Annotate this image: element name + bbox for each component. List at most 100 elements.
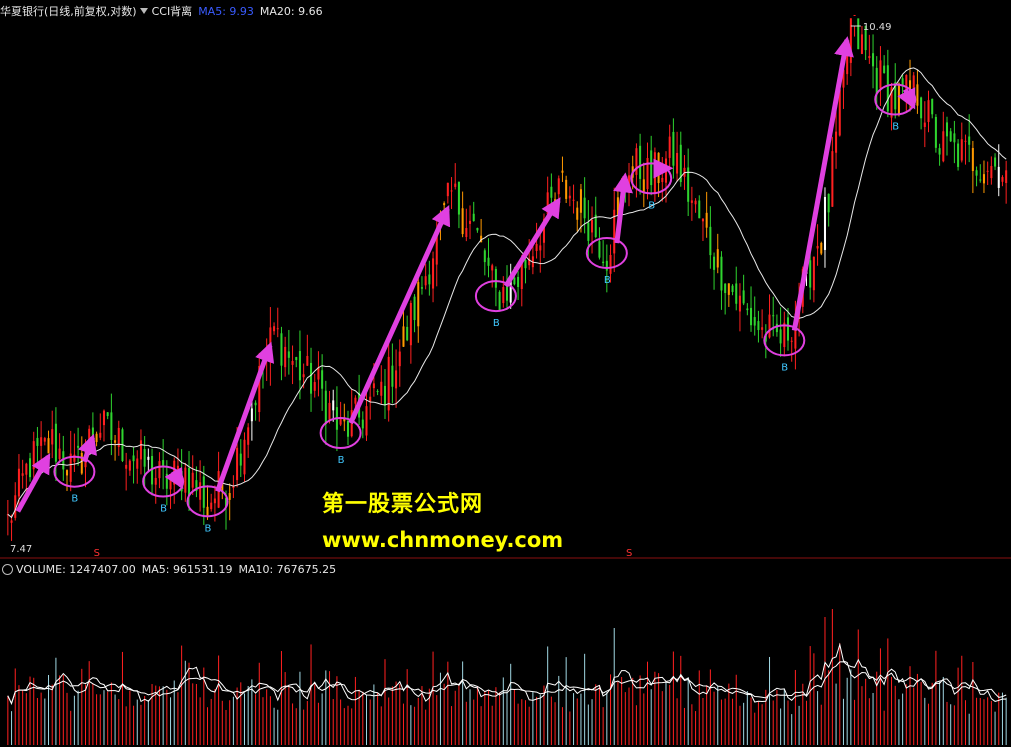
candle-body (273, 326, 276, 332)
candle-body (598, 241, 601, 258)
candle-body (923, 122, 926, 127)
candle-body (280, 333, 283, 366)
candle-body (391, 365, 394, 387)
candle-body (43, 438, 46, 442)
candle-body (313, 382, 316, 391)
kline-chart[interactable]: BBBBBBBBBS S 10.49 7.47 (0, 0, 1011, 747)
candle-body (661, 177, 664, 183)
candle-body (402, 326, 405, 347)
candle-body (176, 465, 179, 470)
candle-body (188, 468, 191, 496)
candle-body (690, 200, 693, 203)
candle-body (210, 502, 213, 510)
candle-body (139, 440, 142, 460)
candle-body (561, 170, 564, 173)
candle-body (51, 429, 54, 445)
candle-body (753, 317, 756, 326)
candle-body (979, 179, 982, 181)
candle-body (949, 131, 952, 142)
candles-layer (6, 14, 1008, 541)
candle-body (228, 493, 231, 500)
candle-body (846, 55, 849, 75)
candle-body (409, 303, 412, 346)
settings-circle-icon[interactable] (2, 563, 13, 575)
buy-marker: B (493, 318, 500, 329)
price-panel-header: 华夏银行(日线,前复权,对数) CCI背离 MA5: 9.93 MA20: 9.… (0, 0, 323, 22)
ma5-readout: MA5: 9.93 (198, 4, 254, 18)
stock-title[interactable]: 华夏银行(日线,前复权,对数) (0, 3, 137, 19)
sell-marker: S (626, 548, 632, 559)
candle-body (291, 361, 294, 365)
candle-body (184, 467, 187, 493)
candle-body (827, 193, 830, 213)
buy-circles (53, 83, 917, 518)
candle-body (243, 439, 246, 475)
candle-body (724, 283, 727, 294)
candle-body (106, 412, 109, 417)
candle-body (269, 327, 272, 363)
candle-body (102, 410, 105, 426)
candle-body (487, 257, 490, 266)
candle-body (897, 83, 900, 116)
candle-body (494, 268, 497, 288)
candle-body (742, 290, 745, 304)
candle-body (247, 427, 250, 445)
candle-body (524, 259, 527, 269)
candle-body (199, 482, 202, 500)
volume-readout: VOLUME: 1247407.00 (16, 562, 136, 576)
buy-marker: B (781, 362, 788, 373)
candle-body (668, 136, 671, 158)
candle-body (65, 470, 69, 476)
dropdown-triangle-icon[interactable] (139, 8, 148, 14)
candle-body (627, 175, 631, 192)
candle-body (694, 200, 697, 205)
high-price-label: 10.49 (863, 22, 892, 33)
candle-body (332, 400, 335, 411)
candle-body (387, 356, 390, 411)
low-price-label: 7.47 (10, 544, 32, 555)
candle-body (938, 148, 941, 155)
candle-body (114, 440, 117, 443)
candle-body (372, 383, 375, 389)
candle-body (886, 65, 889, 112)
candle-body (21, 473, 24, 476)
candle-body (868, 56, 871, 59)
candle-body (17, 468, 20, 497)
candle-body (513, 277, 516, 285)
candle-body (147, 456, 150, 460)
candle-body (916, 84, 919, 106)
candle-body (10, 520, 13, 523)
buy-marker: B (892, 122, 899, 133)
candle-body (469, 220, 472, 224)
candle-body (997, 166, 1000, 188)
candle-body (960, 139, 963, 161)
candle-body (450, 190, 453, 192)
candle-body (857, 18, 860, 50)
candle-body (58, 448, 61, 459)
candle-body (502, 287, 505, 304)
candle-body (287, 351, 290, 358)
candle-body (713, 256, 716, 270)
candle-body (779, 329, 782, 344)
candle-body (835, 131, 838, 153)
candle-body (720, 256, 723, 291)
candle-body (40, 437, 43, 446)
candle-body (945, 122, 949, 137)
candle-body (705, 212, 708, 228)
buy-marker: B (648, 200, 655, 211)
candle-body (306, 355, 309, 366)
candle-body (579, 189, 582, 213)
candle-body (80, 452, 83, 474)
indicator-name[interactable]: CCI背离 (152, 3, 193, 19)
candle-body (457, 181, 460, 215)
candle-body (975, 170, 978, 176)
candle-body (879, 60, 882, 89)
candle-body (32, 441, 35, 470)
candle-body (568, 195, 571, 199)
candle-body (772, 315, 775, 317)
candle-body (775, 323, 778, 333)
candle-body (594, 214, 597, 238)
ma20-readout: MA20: 9.66 (259, 4, 323, 18)
candle-body (883, 65, 886, 73)
candle-body (424, 276, 427, 286)
